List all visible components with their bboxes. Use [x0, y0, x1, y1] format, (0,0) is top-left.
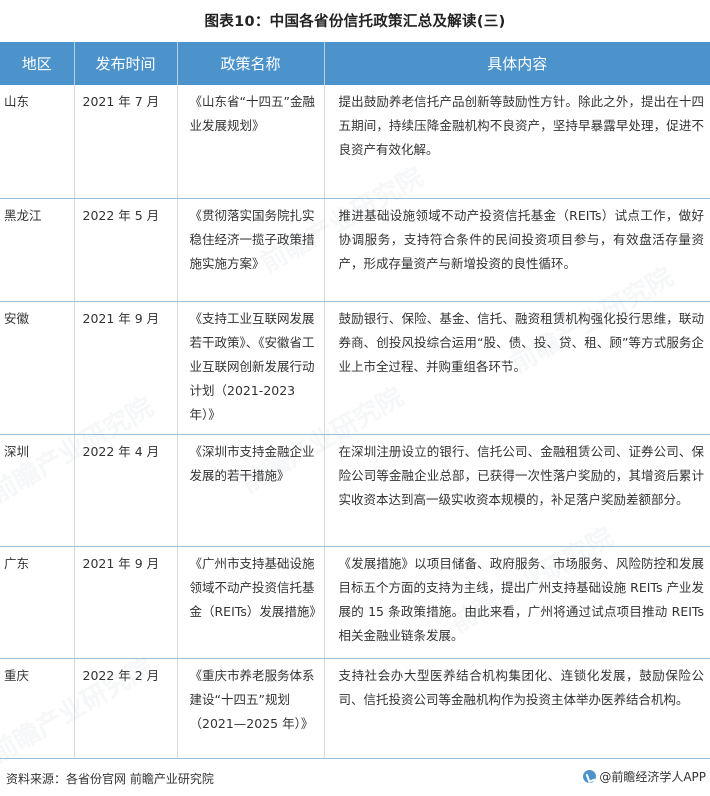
cell-date: 2022 年 2 月 — [74, 658, 178, 759]
cell-content: 支持社会办大型医养结合机构集团化、连锁化发展，鼓励保险公司、信托投资公司等金融机… — [324, 658, 710, 759]
policy-table: 地区 发布时间 政策名称 具体内容 山东 2021 年 7 月 《山东省“十四五… — [0, 42, 710, 759]
cell-region: 深圳 — [0, 434, 75, 547]
table-row: 重庆 2022 年 2 月 《重庆市养老服务体系建设“十四五”规划（2021—2… — [0, 658, 710, 759]
header-date: 发布时间 — [74, 42, 178, 85]
cell-policy: 《山东省“十四五”金融业发展规划》 — [177, 85, 325, 199]
brand-logo-icon — [583, 770, 597, 783]
table-row: 安徽 2021 年 9 月 《支持工业互联网发展若干政策》、《安徽省工业互联网创… — [0, 301, 710, 435]
cell-date: 2022 年 5 月 — [74, 198, 178, 302]
cell-policy: 《深圳市支持金融企业发展的若干措施》 — [177, 434, 325, 547]
header-region: 地区 — [0, 42, 75, 85]
header-content: 具体内容 — [324, 42, 710, 85]
cell-policy: 《支持工业互联网发展若干政策》、《安徽省工业互联网创新发展行动计划（2021-2… — [177, 301, 325, 435]
cell-policy: 《重庆市养老服务体系建设“十四五”规划（2021—2025 年）》 — [177, 658, 325, 759]
cell-content: 在深圳注册设立的银行、信托公司、金融租赁公司、证券公司、保险公司等金融企业总部，… — [324, 434, 710, 547]
cell-region: 山东 — [0, 85, 75, 199]
cell-content: 提出鼓励养老信托产品创新等鼓励性方针。除此之外，提出在十四五期间，持续压降金融机… — [324, 85, 710, 199]
table-header-row: 地区 发布时间 政策名称 具体内容 — [0, 42, 710, 85]
table-row: 山东 2021 年 7 月 《山东省“十四五”金融业发展规划》 提出鼓励养老信托… — [0, 85, 710, 199]
cell-date: 2021 年 9 月 — [74, 301, 178, 435]
cell-date: 2022 年 4 月 — [74, 434, 178, 547]
table-row: 黑龙江 2022 年 5 月 《贯彻落实国务院扎实稳住经济一揽子政策措施实施方案… — [0, 198, 710, 302]
cell-region: 广东 — [0, 546, 75, 659]
source-note: 资料来源：各省份官网 前瞻产业研究院 — [6, 772, 214, 786]
cell-region: 安徽 — [0, 301, 75, 435]
cell-region: 黑龙江 — [0, 198, 75, 302]
header-policy: 政策名称 — [177, 42, 325, 85]
cell-content: 推进基础设施领域不动产投资信托基金（REITs）试点工作，做好协调服务，支持符合… — [324, 198, 710, 302]
cell-date: 2021 年 7 月 — [74, 85, 178, 199]
brand-logo: @前瞻经济学人APP — [583, 768, 706, 785]
brand-label: @前瞻经济学人APP — [599, 770, 706, 784]
cell-date: 2021 年 9 月 — [74, 546, 178, 659]
cell-content: 鼓励银行、保险、基金、信托、融资租赁机构强化投行思维，联动券商、创投风投综合运用… — [324, 301, 710, 435]
cell-content: 《发展措施》以项目储备、政府服务、市场服务、风险防控和发展目标五个方面的支持为主… — [324, 546, 710, 659]
table-row: 广东 2021 年 9 月 《广州市支持基础设施领域不动产投资信托基金（REIT… — [0, 546, 710, 659]
chart-title: 图表10：中国各省份信托政策汇总及解读(三) — [204, 14, 506, 30]
cell-policy: 《广州市支持基础设施领域不动产投资信托基金（REITs）发展措施》 — [177, 546, 325, 659]
cell-policy: 《贯彻落实国务院扎实稳住经济一揽子政策措施实施方案》 — [177, 198, 325, 302]
cell-region: 重庆 — [0, 658, 75, 759]
table-row: 深圳 2022 年 4 月 《深圳市支持金融企业发展的若干措施》 在深圳注册设立… — [0, 434, 710, 547]
